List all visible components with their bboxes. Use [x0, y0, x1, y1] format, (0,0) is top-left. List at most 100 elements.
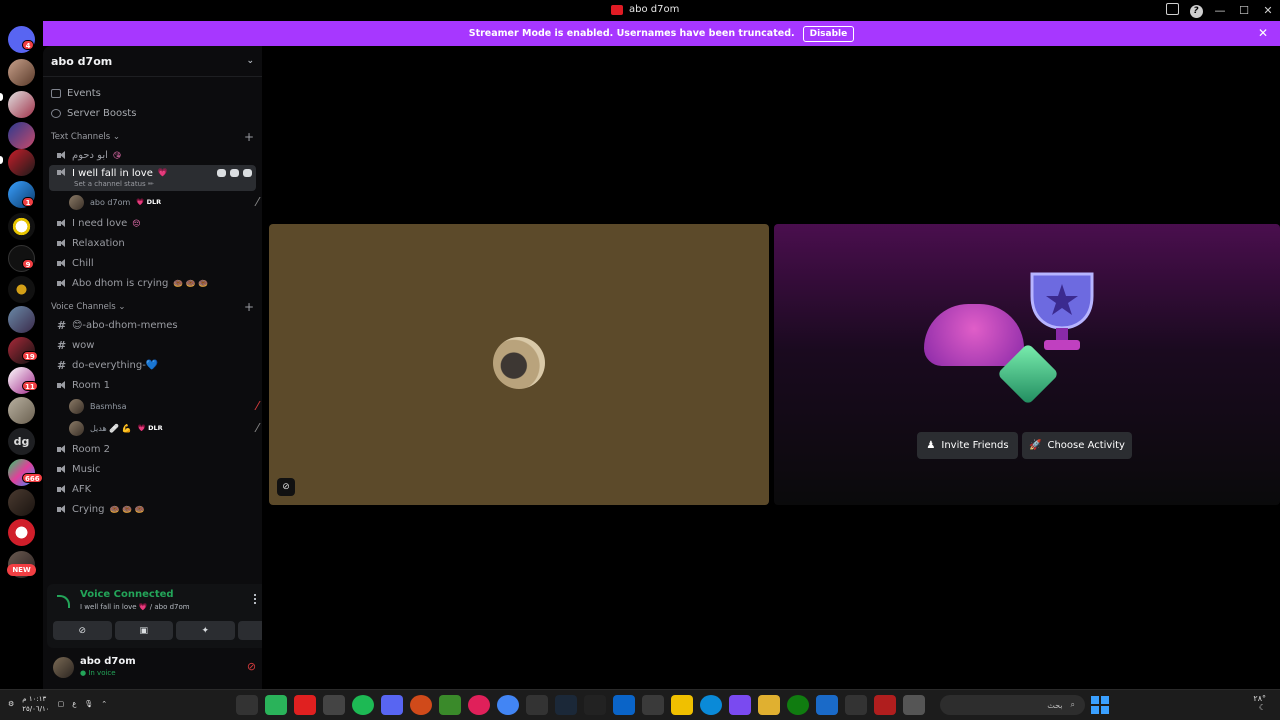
clock[interactable]: ١٠:١٣ م ٢٥/٠٦/١٠ — [22, 694, 49, 714]
epic-games-icon[interactable] — [584, 695, 606, 715]
inbox-icon[interactable] — [1160, 3, 1184, 18]
chevron-up-icon[interactable]: ⌃ — [101, 699, 107, 709]
close-button[interactable]: ✕ — [1256, 4, 1280, 17]
app-icon[interactable] — [323, 695, 345, 715]
notification-badge: 1 — [22, 197, 34, 207]
server-icon[interactable] — [8, 122, 35, 149]
screen-share-button[interactable]: ▣ — [114, 621, 173, 640]
voice-channel[interactable]: Music — [49, 459, 256, 479]
voice-channel[interactable]: Crying 🍩 🍩 🍩 — [49, 499, 256, 519]
user-video-tile[interactable]: ⊘ — [269, 224, 769, 505]
app-icon[interactable] — [526, 695, 548, 715]
app-icon[interactable] — [816, 695, 838, 715]
spotify-icon[interactable] — [352, 695, 374, 715]
moon-icon: ☾ — [1258, 703, 1266, 712]
server-icon[interactable] — [8, 213, 35, 240]
add-channel-icon[interactable]: + — [244, 130, 254, 144]
avatar[interactable] — [53, 657, 74, 678]
server-icon[interactable] — [8, 519, 35, 546]
server-boosts-link[interactable]: Server Boosts — [49, 103, 256, 123]
voice-status[interactable]: Voice Connected — [80, 589, 174, 600]
app-icon[interactable] — [729, 695, 751, 715]
server-icon[interactable] — [8, 91, 35, 118]
discord-icon[interactable] — [381, 695, 403, 715]
voice-user[interactable]: abo d7om 💗 DLR — [69, 191, 262, 213]
server-icon[interactable] — [8, 306, 35, 333]
voice-channel[interactable]: Room 2 — [49, 439, 256, 459]
voice-channel[interactable]: AFK — [49, 479, 256, 499]
text-channel[interactable]: # wow — [49, 335, 256, 355]
user-name[interactable]: abo d7om — [80, 656, 136, 667]
server-icon[interactable] — [8, 149, 35, 176]
app-icon[interactable] — [410, 695, 432, 715]
mic-muted-icon[interactable]: ⊘ — [247, 660, 256, 673]
xbox-icon[interactable] — [787, 695, 809, 715]
events-link[interactable]: Events — [49, 83, 256, 103]
voice-location[interactable]: I well fall in love 💗 / abo d7om — [80, 603, 190, 611]
activity-tile: ♟ Invite Friends 🚀 Choose Activity — [774, 224, 1280, 505]
language-indicator[interactable]: ع — [72, 699, 76, 709]
youtube-icon[interactable] — [294, 695, 316, 715]
server-icon[interactable] — [8, 397, 35, 424]
close-icon[interactable]: ✕ — [1258, 26, 1268, 40]
boost-icon — [51, 108, 61, 118]
voice-channel[interactable]: Abo dhom is crying 🍩 🍩 🍩 — [49, 273, 256, 293]
camera-off-button[interactable]: ⊘ — [53, 621, 112, 640]
choose-activity-button[interactable]: 🚀 Choose Activity — [1022, 432, 1132, 459]
voice-user[interactable]: هديل 🩹 💪 💗 DLR — [69, 417, 262, 439]
new-badge: NEW — [7, 564, 36, 576]
invite-icon[interactable] — [230, 169, 239, 177]
app-icon[interactable] — [236, 695, 258, 715]
text-channel[interactable]: # 😊-abo-dhom-memes — [49, 315, 256, 335]
settings-icon[interactable]: ⚙ — [8, 699, 14, 709]
app-icon[interactable] — [468, 695, 490, 715]
app-icon[interactable] — [903, 695, 925, 715]
minimize-button[interactable]: — — [1208, 4, 1232, 17]
server-icon[interactable] — [8, 59, 35, 86]
app-icon[interactable] — [671, 695, 693, 715]
gear-icon[interactable] — [243, 169, 252, 177]
server-icon[interactable] — [8, 276, 35, 303]
add-channel-icon[interactable]: + — [244, 300, 254, 314]
category-voice-channels[interactable]: Voice Channels ⌄ + — [43, 299, 262, 315]
muted-icon — [246, 423, 261, 432]
search-input[interactable]: بحث ⌕ — [940, 695, 1085, 715]
weather[interactable]: ٢٨° ☾ — [1253, 694, 1266, 712]
chrome-icon[interactable] — [497, 695, 519, 715]
steam-icon[interactable] — [555, 695, 577, 715]
voice-channel[interactable]: I need love 😔 — [49, 213, 256, 233]
app-icon[interactable] — [265, 695, 287, 715]
maximize-button[interactable]: ☐ — [1232, 4, 1256, 17]
signal-icon[interactable] — [57, 595, 70, 608]
store-icon[interactable] — [642, 695, 664, 715]
mic-icon[interactable]: 🎙 — [84, 699, 93, 709]
app-icon[interactable] — [845, 695, 867, 715]
outlook-icon[interactable] — [613, 695, 635, 715]
voice-channel[interactable]: Room 1 — [49, 375, 256, 395]
voice-user[interactable]: Basmhsa — [69, 395, 262, 417]
chat-icon[interactable] — [217, 169, 226, 177]
start-button[interactable] — [1091, 696, 1109, 714]
voice-channel[interactable]: Relaxation — [49, 233, 256, 253]
text-channel[interactable]: # do-everything-💙 — [49, 355, 256, 375]
speaker-icon — [57, 258, 67, 268]
help-icon[interactable]: ? — [1184, 3, 1208, 18]
activities-button[interactable]: ✦ — [176, 621, 235, 640]
minecraft-icon[interactable] — [439, 695, 461, 715]
app-icon[interactable] — [874, 695, 896, 715]
server-icon[interactable] — [8, 489, 35, 516]
category-text-channels[interactable]: Text Channels ⌄ + — [43, 129, 262, 145]
disable-streamer-mode-button[interactable]: Disable — [802, 25, 855, 42]
edge-icon[interactable] — [700, 695, 722, 715]
invite-friends-button[interactable]: ♟ Invite Friends — [917, 432, 1018, 459]
server-icon[interactable]: dg — [8, 428, 35, 455]
folder-icon[interactable] — [758, 695, 780, 715]
avatar — [69, 420, 84, 436]
channel-status-hint[interactable]: Set a channel status ✏ — [74, 180, 154, 188]
invite-icon: ♟ — [926, 440, 936, 451]
voice-channel[interactable]: ابو دحوم 😘 — [49, 145, 256, 165]
notification-icon[interactable]: ▢ — [58, 699, 65, 709]
server-header[interactable]: abo d7om ⌄ — [43, 46, 262, 77]
voice-channel[interactable]: Chill — [49, 253, 256, 273]
voice-channel-active[interactable]: I well fall in love 💗 Set a channel stat… — [49, 165, 256, 191]
